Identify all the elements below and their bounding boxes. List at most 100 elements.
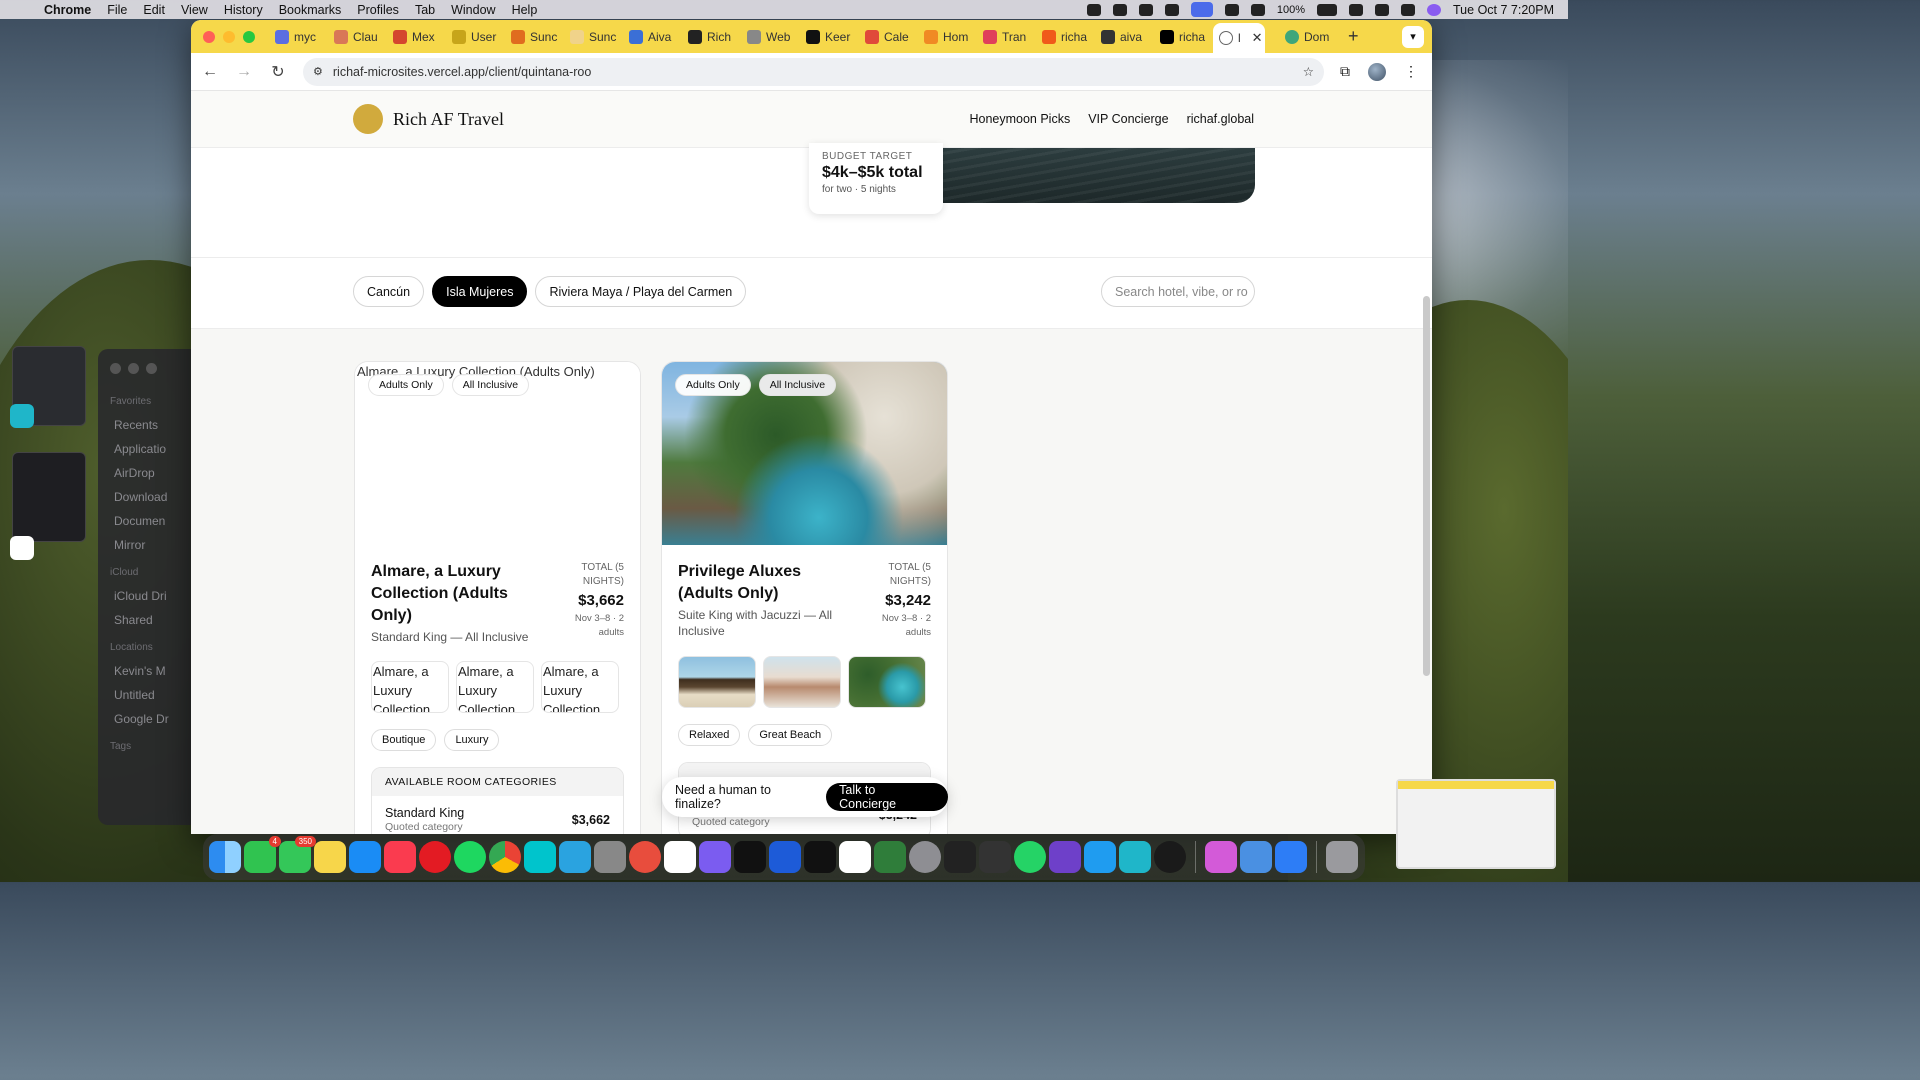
app-icon[interactable]	[629, 841, 661, 873]
app-icon[interactable]	[769, 841, 801, 873]
gallery-thumb[interactable]: Almare, a Luxury Collection	[371, 661, 449, 713]
room-row[interactable]: Standard King Quoted category $3,662	[372, 796, 623, 834]
hotel-name[interactable]: Almare, a Luxury Collection (Adults Only…	[371, 561, 546, 627]
volume-icon[interactable]	[1224, 3, 1239, 16]
status-icon[interactable]	[1112, 3, 1127, 16]
menu-app-name[interactable]: Chrome	[38, 3, 99, 17]
brand-name[interactable]: Rich AF Travel	[393, 109, 504, 130]
hotel-image[interactable]: Almare, a Luxury Collection (Adults Only…	[355, 362, 640, 545]
gallery-thumb[interactable]	[763, 656, 841, 708]
wifi-icon[interactable]	[1349, 3, 1364, 16]
bluetooth-icon[interactable]	[1250, 3, 1265, 16]
spotlight-icon[interactable]	[1375, 3, 1390, 16]
tab[interactable]: Cale	[859, 24, 918, 50]
back-icon[interactable]: ←	[201, 63, 219, 81]
minimize-icon[interactable]	[128, 363, 139, 374]
vscode-icon[interactable]	[1084, 841, 1116, 873]
messages-icon[interactable]: 350	[279, 836, 316, 873]
talk-to-concierge-button[interactable]: Talk to Concierge	[826, 783, 948, 811]
menu-bookmarks[interactable]: Bookmarks	[271, 3, 350, 17]
status-icon[interactable]	[1086, 3, 1101, 16]
telegram-icon[interactable]	[559, 841, 591, 873]
page-scrollbar[interactable]	[1423, 296, 1430, 676]
close-window-icon[interactable]	[203, 30, 215, 43]
region-riviera-maya[interactable]: Riviera Maya / Playa del Carmen	[535, 276, 747, 307]
new-tab-button[interactable]: +	[1338, 26, 1369, 47]
control-center-icon[interactable]	[1401, 3, 1416, 16]
tab[interactable]: Sunc	[564, 24, 623, 50]
tab[interactable]: richa	[1154, 24, 1213, 50]
capcut-icon[interactable]	[664, 841, 696, 873]
gallery-thumb[interactable]	[678, 656, 756, 708]
app-icon[interactable]	[594, 841, 626, 873]
app-icon[interactable]	[804, 841, 836, 873]
system-settings-icon[interactable]	[909, 841, 941, 873]
tab[interactable]: Web	[741, 24, 800, 50]
app-icon[interactable]	[1154, 841, 1186, 873]
tab-search-chevron-icon[interactable]: ▾	[1402, 25, 1424, 48]
nav-vip-concierge[interactable]: VIP Concierge	[1088, 112, 1168, 126]
active-tab[interactable]: l ✕	[1213, 23, 1265, 53]
menu-tab[interactable]: Tab	[407, 3, 443, 17]
battery-icon[interactable]	[1317, 3, 1338, 16]
app-icon[interactable]	[979, 841, 1011, 873]
app-icon[interactable]	[734, 841, 766, 873]
whatsapp-icon[interactable]	[1014, 841, 1046, 873]
menu-file[interactable]: File	[99, 3, 135, 17]
youtube-music-icon[interactable]	[419, 841, 451, 873]
music-icon[interactable]	[384, 841, 416, 873]
chrome-menu-icon[interactable]: ⋮	[1404, 63, 1418, 80]
region-isla-mujeres[interactable]: Isla Mujeres	[432, 276, 528, 307]
region-cancun[interactable]: Cancún	[353, 276, 425, 307]
surfshark-icon[interactable]	[10, 404, 34, 428]
tab[interactable]: Clau	[328, 24, 387, 50]
trash-icon[interactable]	[1326, 841, 1358, 873]
gallery-thumb[interactable]: Almare, a Luxury Collection	[456, 661, 534, 713]
hotel-image[interactable]: Adults Only All Inclusive	[662, 362, 947, 545]
extensions-icon[interactable]: ⧉	[1340, 63, 1350, 80]
slack-icon[interactable]	[10, 536, 34, 560]
notes-icon[interactable]	[314, 841, 346, 873]
app-store-icon[interactable]	[349, 841, 381, 873]
menu-history[interactable]: History	[216, 3, 271, 17]
profile-avatar[interactable]	[1368, 62, 1386, 81]
close-icon[interactable]	[110, 363, 121, 374]
github-icon[interactable]	[1049, 841, 1081, 873]
spotify-icon[interactable]	[454, 841, 486, 873]
nav-richaf-global[interactable]: richaf.global	[1187, 112, 1254, 126]
gallery-thumb[interactable]: Almare, a Luxury Collection	[541, 661, 619, 713]
tab[interactable]: aiva	[1095, 24, 1154, 50]
search-input[interactable]: Search hotel, vibe, or ro	[1101, 276, 1255, 307]
url-text[interactable]: richaf-microsites.vercel.app/client/quin…	[333, 65, 1293, 79]
gallery-thumb[interactable]	[848, 656, 926, 708]
tab[interactable]: Keer	[800, 24, 859, 50]
menu-profiles[interactable]: Profiles	[349, 3, 407, 17]
hotel-card[interactable]: Adults Only All Inclusive Privilege Alux…	[661, 361, 948, 834]
brand-logo[interactable]	[353, 104, 383, 134]
zoom-window-icon[interactable]	[243, 30, 255, 43]
bookmark-star-icon[interactable]: ☆	[1303, 64, 1314, 79]
tab[interactable]: myc	[269, 24, 328, 50]
app-icon[interactable]	[1205, 841, 1237, 873]
nav-honeymoon-picks[interactable]: Honeymoon Picks	[969, 112, 1070, 126]
tab[interactable]: Dom	[1279, 24, 1338, 50]
window-preview-thumbnail[interactable]	[1396, 779, 1556, 869]
site-info-icon[interactable]: ⚙	[313, 65, 323, 78]
tab[interactable]: Aiva	[623, 24, 682, 50]
clock[interactable]: Tue Oct 7 7:20PM	[1453, 3, 1554, 17]
app-icon[interactable]	[1275, 841, 1307, 873]
status-icon[interactable]	[1138, 3, 1153, 16]
screen-mirroring-icon[interactable]	[1190, 2, 1213, 17]
surfshark-icon[interactable]	[1119, 841, 1151, 873]
menu-window[interactable]: Window	[443, 3, 503, 17]
tab[interactable]: richa	[1036, 24, 1095, 50]
tab[interactable]: Mex	[387, 24, 446, 50]
zoom-icon[interactable]	[146, 363, 157, 374]
hotel-name[interactable]: Privilege Aluxes (Adults Only)	[678, 561, 853, 605]
slack-icon[interactable]	[839, 841, 871, 873]
finder-icon[interactable]	[209, 841, 241, 873]
tab[interactable]: Hom	[918, 24, 977, 50]
minimize-window-icon[interactable]	[223, 30, 235, 43]
app-icon[interactable]	[699, 841, 731, 873]
address-bar[interactable]: ⚙ richaf-microsites.vercel.app/client/qu…	[303, 57, 1324, 86]
